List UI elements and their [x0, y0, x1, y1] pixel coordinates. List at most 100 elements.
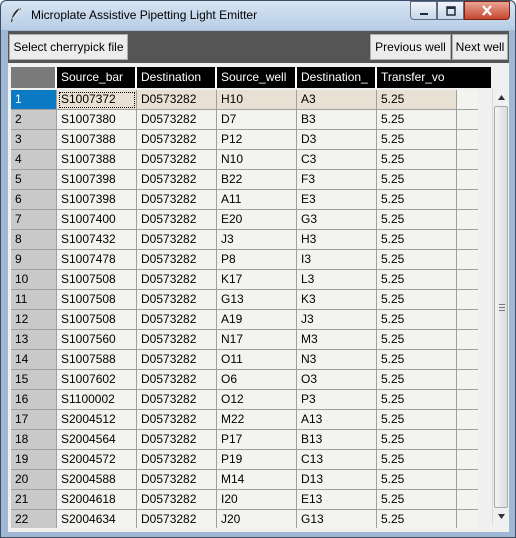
destination-well-cell[interactable]: M3: [297, 330, 377, 350]
source-bar-cell[interactable]: S1007588: [57, 350, 137, 370]
transfer-volume-cell[interactable]: 5.25: [377, 270, 457, 290]
destination-cell[interactable]: D0573282: [137, 410, 217, 430]
destination-well-cell[interactable]: D13: [297, 470, 377, 490]
row-index[interactable]: 9: [11, 250, 57, 270]
transfer-volume-cell[interactable]: 5.25: [377, 90, 457, 110]
transfer-volume-cell[interactable]: 5.25: [377, 210, 457, 230]
source-bar-cell[interactable]: S1007508: [57, 270, 137, 290]
destination-well-cell[interactable]: G13: [297, 510, 377, 528]
transfer-volume-cell[interactable]: 5.25: [377, 290, 457, 310]
destination-well-cell[interactable]: B3: [297, 110, 377, 130]
row-index[interactable]: 21: [11, 490, 57, 510]
row-index[interactable]: 7: [11, 210, 57, 230]
destination-cell[interactable]: D0573282: [137, 390, 217, 410]
transfer-volume-cell[interactable]: 5.25: [377, 230, 457, 250]
source-bar-cell[interactable]: S1007380: [57, 110, 137, 130]
table-row[interactable]: 5 S1007398 D0573282 B22 F3 5.25: [11, 170, 488, 190]
row-index[interactable]: 13: [11, 330, 57, 350]
row-index[interactable]: 1: [11, 90, 57, 110]
scroll-down-arrow[interactable]: [493, 508, 509, 525]
source-bar-cell[interactable]: S1007432: [57, 230, 137, 250]
source-bar-cell[interactable]: S2004512: [57, 410, 137, 430]
transfer-volume-cell[interactable]: 5.25: [377, 250, 457, 270]
destination-well-cell[interactable]: L3: [297, 270, 377, 290]
destination-cell[interactable]: D0573282: [137, 150, 217, 170]
destination-cell[interactable]: D0573282: [137, 490, 217, 510]
table-row[interactable]: 2 S1007380 D0573282 D7 B3 5.25: [11, 110, 488, 130]
title-bar[interactable]: Microplate Assistive Pipetting Light Emi…: [1, 1, 515, 30]
source-bar-cell[interactable]: S1007388: [57, 130, 137, 150]
table-row[interactable]: 13 S1007560 D0573282 N17 M3 5.25: [11, 330, 488, 350]
row-index[interactable]: 15: [11, 370, 57, 390]
row-index[interactable]: 18: [11, 430, 57, 450]
source-bar-cell[interactable]: S2004572: [57, 450, 137, 470]
table-row[interactable]: 19 S2004572 D0573282 P19 C13 5.25: [11, 450, 488, 470]
destination-cell[interactable]: D0573282: [137, 510, 217, 528]
table-row[interactable]: 9 S1007478 D0573282 P8 I3 5.25: [11, 250, 488, 270]
source-well-cell[interactable]: M14: [217, 470, 297, 490]
table-row[interactable]: 14 S1007588 D0573282 O11 N3 5.25: [11, 350, 488, 370]
destination-cell[interactable]: D0573282: [137, 210, 217, 230]
previous-well-button[interactable]: Previous well: [370, 34, 451, 60]
source-bar-cell[interactable]: S1007398: [57, 190, 137, 210]
transfer-volume-cell[interactable]: 5.25: [377, 130, 457, 150]
destination-well-cell[interactable]: O3: [297, 370, 377, 390]
destination-cell[interactable]: D0573282: [137, 230, 217, 250]
close-button[interactable]: [464, 1, 510, 20]
row-index[interactable]: 2: [11, 110, 57, 130]
destination-cell[interactable]: D0573282: [137, 170, 217, 190]
source-well-cell[interactable]: A19: [217, 310, 297, 330]
table-row[interactable]: 20 S2004588 D0573282 M14 D13 5.25: [11, 470, 488, 490]
row-index[interactable]: 19: [11, 450, 57, 470]
destination-cell[interactable]: D0573282: [137, 470, 217, 490]
minimize-button[interactable]: [410, 1, 437, 20]
row-index[interactable]: 10: [11, 270, 57, 290]
table-row[interactable]: 10 S1007508 D0573282 K17 L3 5.25: [11, 270, 488, 290]
source-bar-cell[interactable]: S2004618: [57, 490, 137, 510]
source-well-cell[interactable]: P8: [217, 250, 297, 270]
destination-well-cell[interactable]: G3: [297, 210, 377, 230]
source-bar-cell[interactable]: S1007508: [57, 290, 137, 310]
source-well-cell[interactable]: E20: [217, 210, 297, 230]
row-index[interactable]: 5: [11, 170, 57, 190]
destination-well-cell[interactable]: J3: [297, 310, 377, 330]
vertical-scrollbar[interactable]: [492, 89, 509, 525]
source-bar-cell[interactable]: S1007508: [57, 310, 137, 330]
source-well-cell[interactable]: I20: [217, 490, 297, 510]
source-well-cell[interactable]: H10: [217, 90, 297, 110]
transfer-volume-cell[interactable]: 5.25: [377, 370, 457, 390]
source-bar-cell[interactable]: S1007602: [57, 370, 137, 390]
transfer-volume-cell[interactable]: 5.25: [377, 470, 457, 490]
source-well-cell[interactable]: P17: [217, 430, 297, 450]
row-index[interactable]: 14: [11, 350, 57, 370]
source-well-cell[interactable]: N17: [217, 330, 297, 350]
transfer-volume-cell[interactable]: 5.25: [377, 170, 457, 190]
table-row[interactable]: 12 S1007508 D0573282 A19 J3 5.25: [11, 310, 488, 330]
transfer-volume-cell[interactable]: 5.25: [377, 490, 457, 510]
table-row[interactable]: 1 S1007372 D0573282 H10 A3 5.25: [11, 90, 488, 110]
table-row[interactable]: 22 S2004634 D0573282 J20 G13 5.25: [11, 510, 488, 528]
source-well-cell[interactable]: J20: [217, 510, 297, 528]
source-well-cell[interactable]: K17: [217, 270, 297, 290]
table-row[interactable]: 7 S1007400 D0573282 E20 G3 5.25: [11, 210, 488, 230]
destination-well-cell[interactable]: E3: [297, 190, 377, 210]
source-bar-cell[interactable]: S1007398: [57, 170, 137, 190]
destination-well-cell[interactable]: C13: [297, 450, 377, 470]
column-header-source-bar[interactable]: Source_bar: [57, 67, 137, 88]
column-header-destination[interactable]: Destination: [137, 67, 217, 88]
table-row[interactable]: 17 S2004512 D0573282 M22 A13 5.25: [11, 410, 488, 430]
table-row[interactable]: 11 S1007508 D0573282 G13 K3 5.25: [11, 290, 488, 310]
column-header-destination-well[interactable]: Destination_: [297, 67, 377, 88]
table-row[interactable]: 15 S1007602 D0573282 O6 O3 5.25: [11, 370, 488, 390]
destination-well-cell[interactable]: K3: [297, 290, 377, 310]
transfer-volume-cell[interactable]: 5.25: [377, 350, 457, 370]
destination-cell[interactable]: D0573282: [137, 250, 217, 270]
destination-well-cell[interactable]: I3: [297, 250, 377, 270]
source-well-cell[interactable]: B22: [217, 170, 297, 190]
transfer-volume-cell[interactable]: 5.25: [377, 410, 457, 430]
row-index[interactable]: 8: [11, 230, 57, 250]
source-well-cell[interactable]: P19: [217, 450, 297, 470]
source-well-cell[interactable]: A11: [217, 190, 297, 210]
row-index[interactable]: 12: [11, 310, 57, 330]
source-well-cell[interactable]: P12: [217, 130, 297, 150]
